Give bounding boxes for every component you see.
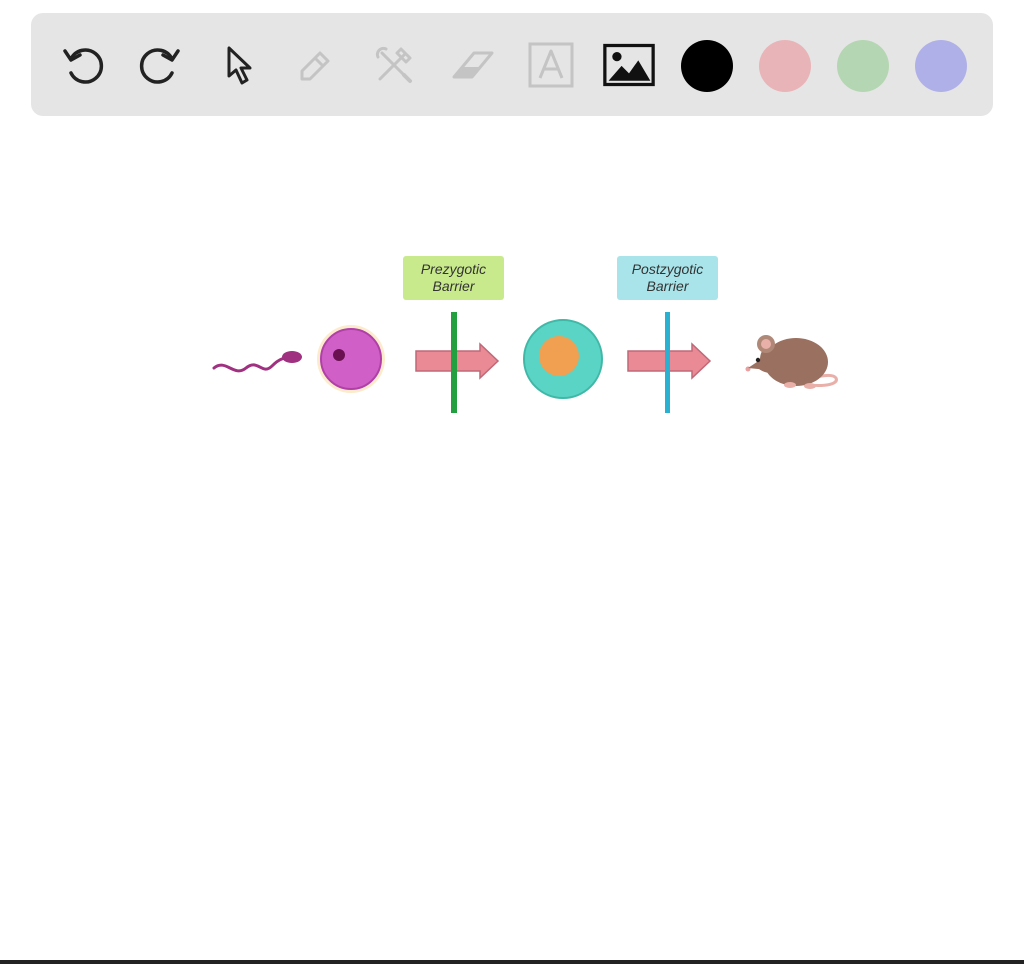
text-button[interactable] xyxy=(525,39,577,91)
eraser-button[interactable] xyxy=(446,39,498,91)
tools-icon xyxy=(375,46,412,83)
mouse-icon xyxy=(745,335,838,389)
drawing-toolbar xyxy=(31,13,993,116)
pen-button[interactable] xyxy=(290,39,342,91)
color-swatch-green[interactable] xyxy=(837,40,889,92)
postzygotic-barrier-arrow xyxy=(627,312,712,413)
reproductive-barriers-diagram: Prezygotic Barrier Postzygotic Barrier xyxy=(200,250,850,420)
undo-button[interactable] xyxy=(57,39,109,91)
whiteboard-page: Prezygotic Barrier Postzygotic Barrier xyxy=(0,0,1024,964)
tools-button[interactable] xyxy=(368,39,420,91)
egg-cell-icon xyxy=(317,325,385,393)
pointer-icon xyxy=(227,46,252,85)
drawing-canvas[interactable] xyxy=(0,116,1024,960)
eraser-icon xyxy=(452,51,494,79)
redo-icon xyxy=(139,48,180,84)
sperm-icon xyxy=(212,351,302,373)
redo-button[interactable] xyxy=(134,39,186,91)
select-button[interactable] xyxy=(212,39,264,91)
color-swatch-purple[interactable] xyxy=(915,40,967,92)
undo-icon xyxy=(63,48,104,84)
diagram-graphics xyxy=(212,312,838,413)
text-icon xyxy=(528,42,574,88)
pencil-icon xyxy=(300,51,330,81)
color-swatch-black[interactable] xyxy=(681,40,733,92)
image-button[interactable] xyxy=(603,39,655,91)
canvas-bottom-border xyxy=(0,960,1024,964)
image-icon xyxy=(603,43,655,87)
zygote-icon xyxy=(523,319,603,399)
prezygotic-barrier-arrow xyxy=(415,312,500,413)
color-swatch-pink[interactable] xyxy=(759,40,811,92)
